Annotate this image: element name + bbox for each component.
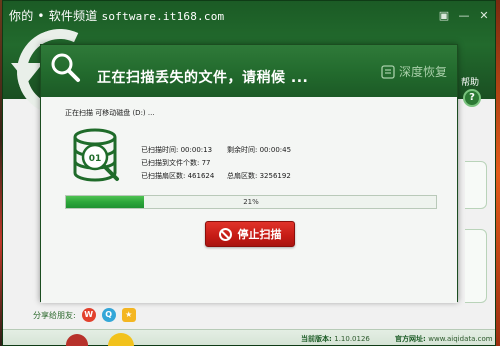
dialog-title: 正在扫描丢失的文件，请稍候 ...: [97, 70, 309, 86]
restore-button[interactable]: ▣: [437, 9, 451, 22]
app-title-text: 你的 • 软件频道: [9, 9, 98, 23]
dialog-header: 正在扫描丢失的文件，请稍候 ... 深度恢复: [41, 45, 457, 97]
remaining-time: 剩余时间: 00:00:45: [227, 146, 292, 154]
version-number: 1.10.0126: [334, 335, 370, 343]
stat-row: 已扫描到文件个数: 77: [141, 158, 361, 171]
help-icon[interactable]: ?: [463, 89, 481, 107]
share-row: 分享给朋友: W Q ★: [33, 308, 136, 322]
tencent-weibo-icon[interactable]: Q: [101, 308, 116, 322]
dialog-brand: 深度恢复: [381, 63, 447, 80]
stat-row: 已扫描时间: 00:00:13 剩余时间: 00:00:45: [141, 145, 361, 158]
app-title-url: software.it168.com: [101, 10, 225, 23]
files-found: 已扫描到文件个数: 77: [141, 159, 211, 167]
minimize-button[interactable]: —: [457, 9, 471, 22]
scan-stats: 已扫描时间: 00:00:13 剩余时间: 00:00:45 已扫描到文件个数:…: [141, 145, 361, 184]
sectors-scanned: 已扫描扇区数: 461624: [141, 172, 215, 180]
side-card: [465, 229, 487, 303]
magnifier-icon: [51, 53, 80, 82]
database-icon: 01: [73, 128, 119, 182]
brand-icon: [381, 64, 395, 79]
help-label[interactable]: 帮助: [461, 75, 479, 88]
stop-scan-button[interactable]: 停止扫描: [205, 221, 295, 247]
scan-dialog: 正在扫描丢失的文件，请稍候 ... 深度恢复 正在扫描 可移动磁盘 (D:) .…: [40, 44, 458, 303]
window-controls: ▣ — ✕: [437, 9, 491, 22]
side-card: [465, 161, 487, 209]
scan-target-text: 正在扫描 可移动磁盘 (D:) ...: [65, 109, 155, 117]
version-label: 当前版本:: [301, 335, 332, 343]
site-link[interactable]: www.aiqidata.com: [428, 335, 492, 343]
site-info: 官方网址: www.aiqidata.com: [395, 334, 493, 344]
brand-name: 深度恢复: [398, 65, 447, 79]
progress-percent: 21%: [243, 198, 259, 206]
stop-scan-label: 停止扫描: [237, 228, 282, 241]
weibo-icon[interactable]: W: [81, 308, 96, 322]
stat-row: 已扫描扇区数: 461624 总扇区数: 3256192: [141, 171, 361, 184]
version-info: 当前版本: 1.10.0126: [301, 334, 370, 344]
site-label: 官方网址:: [395, 335, 426, 343]
stop-icon: [218, 227, 232, 241]
share-label: 分享给朋友:: [33, 310, 76, 320]
app-title: 你的 • 软件频道 software.it168.com: [9, 7, 224, 24]
total-sectors: 总扇区数: 3256192: [227, 172, 291, 180]
qzone-icon[interactable]: ★: [121, 308, 136, 322]
elapsed-time: 已扫描时间: 00:00:13: [141, 146, 213, 154]
dialog-body: 正在扫描 可移动磁盘 (D:) ... 01 已扫描时间: 00:00:13 剩…: [41, 97, 457, 303]
close-button[interactable]: ✕: [477, 9, 491, 22]
logo-arrow-icon: [11, 63, 43, 83]
svg-text:01: 01: [89, 154, 102, 164]
scan-progress-bar: 21%: [65, 195, 437, 209]
